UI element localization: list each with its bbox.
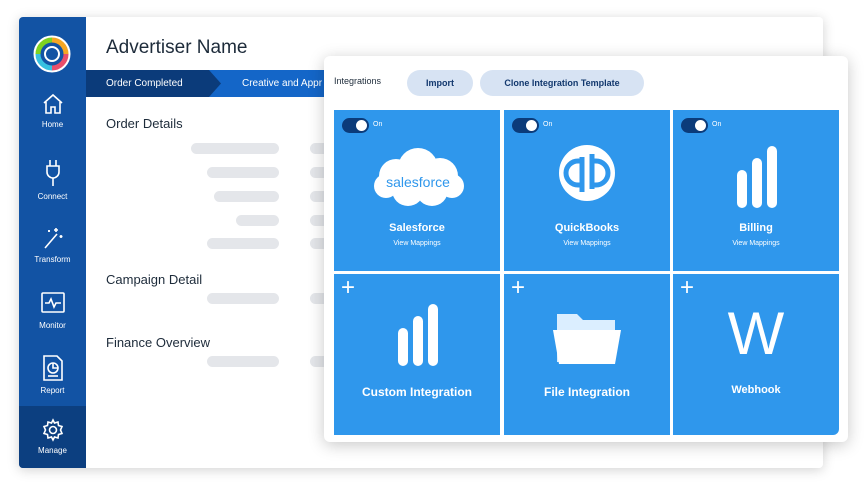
placeholder-line (214, 191, 279, 202)
tile-salesforce[interactable]: On salesforce Salesforce View Mappings (334, 110, 500, 271)
tile-name: Custom Integration (362, 385, 472, 399)
gear-icon (42, 418, 63, 442)
import-button[interactable]: Import (407, 70, 473, 96)
placeholder-line (207, 293, 279, 304)
placeholder-line (207, 167, 279, 178)
tile-file-integration[interactable]: + File Integration (504, 274, 670, 435)
toggle-label: On (543, 121, 553, 128)
section-title-finance-overview: Finance Overview (106, 335, 211, 350)
sidebar-item-label: Monitor (39, 321, 66, 330)
sidebar-item-transform[interactable]: Transform (19, 225, 86, 287)
app-logo (33, 35, 71, 73)
tile-custom-integration[interactable]: + Custom Integration (334, 274, 500, 435)
tile-name: QuickBooks (554, 222, 620, 234)
toggle-switch[interactable] (512, 118, 539, 133)
add-icon[interactable]: + (341, 276, 355, 300)
add-icon[interactable]: + (511, 276, 525, 300)
tile-name: File Integration (543, 385, 630, 399)
tile-quickbooks[interactable]: On QuickBooks View Mappings (504, 110, 670, 271)
salesforce-logo: salesforce (374, 148, 464, 206)
step-order-completed[interactable]: Order Completed (86, 70, 221, 97)
sidebar-item-label: Home (41, 120, 64, 129)
view-mappings-link[interactable]: View Mappings (673, 240, 839, 247)
sidebar-item-label: Report (40, 386, 65, 395)
salesforce-logo-text: salesforce (386, 174, 450, 190)
tile-webhook[interactable]: + W Webhook (673, 274, 839, 435)
tile-name: Salesforce (389, 222, 445, 234)
placeholder-line (191, 143, 279, 154)
tile-billing[interactable]: On Billing View Mappings (673, 110, 839, 271)
sidebar-item-home[interactable]: Home (19, 92, 86, 154)
integrations-panel: Integrations Import Clone Integration Te… (324, 56, 848, 442)
tile-name: Billing (739, 222, 773, 234)
monitor-icon (40, 292, 65, 313)
page-title: Advertiser Name (106, 37, 248, 58)
magic-wand-icon (43, 228, 62, 249)
sidebar-item-connect[interactable]: Connect (19, 158, 86, 220)
section-title-order-details: Order Details (106, 116, 183, 131)
placeholder-line (207, 356, 279, 367)
clone-integration-template-button[interactable]: Clone Integration Template (480, 70, 644, 96)
plug-icon (45, 160, 60, 186)
view-mappings-link[interactable]: View Mappings (334, 240, 500, 247)
bar-chart-icon (398, 304, 438, 366)
sidebar-item-manage[interactable]: Manage (19, 406, 86, 468)
placeholder-line (236, 215, 279, 226)
placeholder-line (207, 238, 279, 249)
sidebar-item-label: Manage (38, 446, 67, 455)
view-mappings-link[interactable]: View Mappings (504, 240, 670, 247)
sidebar-item-label: Connect (37, 192, 68, 201)
integrations-label: Integrations (334, 76, 382, 86)
webhook-logo: W (727, 300, 785, 367)
sidebar: Home Connect Transform Monitor Report Ma… (19, 17, 86, 468)
toggle-label: On (712, 121, 722, 128)
report-icon (42, 355, 63, 381)
add-icon[interactable]: + (680, 276, 694, 300)
quickbooks-logo (559, 145, 615, 201)
toggle-label: On (373, 121, 383, 128)
toggle-switch[interactable] (342, 118, 369, 133)
bar-chart-icon (737, 146, 777, 208)
tile-name: Webhook (731, 384, 781, 396)
home-icon (42, 93, 63, 114)
sidebar-item-monitor[interactable]: Monitor (19, 291, 86, 353)
sidebar-item-label: Transform (34, 255, 71, 264)
section-title-campaign-detail: Campaign Detail (106, 272, 203, 287)
folder-icon (553, 314, 621, 364)
toggle-switch[interactable] (681, 118, 708, 133)
